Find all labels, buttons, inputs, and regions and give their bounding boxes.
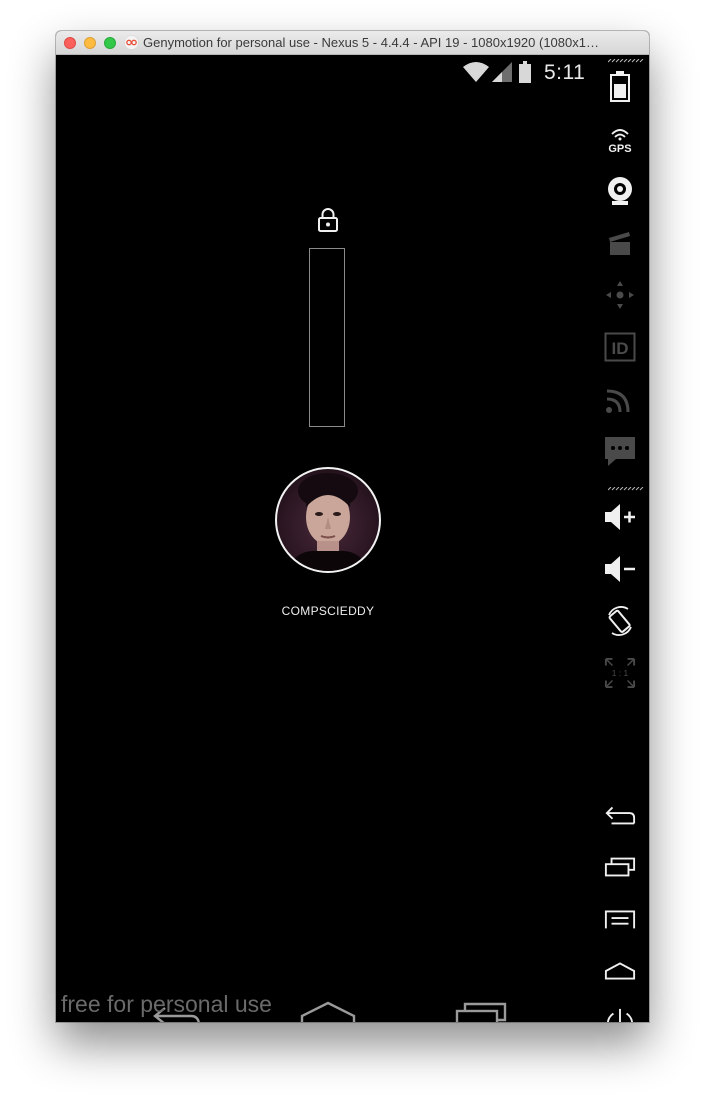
watermark-text: free for personal use xyxy=(61,991,272,1017)
maximize-window-button[interactable] xyxy=(104,37,116,49)
capture-widget-button[interactable] xyxy=(604,227,636,259)
device-screen[interactable]: 5:11 COMPSCIEDDY free for personal use xyxy=(56,55,590,1022)
back-icon xyxy=(605,806,636,825)
recent-apps-icon xyxy=(604,857,636,877)
battery-widget-button[interactable] xyxy=(604,70,636,102)
pixel-perfect-button[interactable]: 1 : 1 xyxy=(604,657,636,689)
svg-text:GPS: GPS xyxy=(608,143,631,154)
sms-widget-button[interactable] xyxy=(604,435,636,467)
rotate-button[interactable] xyxy=(604,605,636,637)
rotate-icon xyxy=(608,606,632,636)
lock-icon xyxy=(318,208,338,232)
gps-widget-button[interactable]: GPS xyxy=(604,123,636,155)
webcam-icon xyxy=(608,177,632,205)
battery-status-icon xyxy=(519,61,531,83)
network-widget-button[interactable] xyxy=(604,383,636,415)
volume-down-button[interactable] xyxy=(604,553,636,585)
sms-icon xyxy=(605,437,635,466)
emulator-toolbar: GPS ID 1: 1 xyxy=(590,55,649,1022)
title-bar[interactable]: Genymotion for personal use - Nexus 5 - … xyxy=(56,31,649,55)
svg-text:1 : 1: 1 : 1 xyxy=(612,668,629,678)
signal-icon xyxy=(492,62,512,82)
power-icon xyxy=(607,1008,633,1022)
webcam-widget-button[interactable] xyxy=(604,175,636,207)
volume-down-icon xyxy=(605,556,635,582)
close-window-button[interactable] xyxy=(64,37,76,49)
unlock-slider-track[interactable] xyxy=(309,248,345,427)
minimize-window-button[interactable] xyxy=(84,37,96,49)
emulator-window: Genymotion for personal use - Nexus 5 - … xyxy=(56,31,649,1022)
volume-up-button[interactable] xyxy=(604,501,636,533)
user-name: COMPSCIEDDY xyxy=(281,604,375,618)
identifiers-widget-button[interactable]: ID xyxy=(604,331,636,363)
toolbar-menu-button[interactable] xyxy=(604,903,636,935)
toolbar-recent-apps-button[interactable] xyxy=(604,851,636,883)
toolbar-home-button[interactable] xyxy=(604,955,636,987)
wifi-icon xyxy=(463,62,489,82)
power-button[interactable] xyxy=(604,1007,636,1022)
sidebar-separator xyxy=(608,487,644,491)
nav-home-icon[interactable] xyxy=(299,999,357,1022)
nav-recent-apps-icon[interactable] xyxy=(453,999,509,1022)
pixel-perfect-icon: 1 : 1 xyxy=(604,657,636,689)
identifiers-icon: ID xyxy=(604,332,636,362)
genymotion-logo-icon xyxy=(124,35,139,50)
sidebar-separator xyxy=(608,59,644,63)
home-icon xyxy=(604,962,636,980)
toolbar-back-button[interactable] xyxy=(604,799,636,831)
network-icon xyxy=(606,389,630,413)
remote-control-icon xyxy=(606,281,634,309)
user-avatar[interactable] xyxy=(275,467,381,573)
gps-icon: GPS xyxy=(608,129,632,154)
remote-control-widget-button[interactable] xyxy=(604,279,636,311)
capture-icon xyxy=(609,232,630,255)
volume-up-icon xyxy=(605,504,635,530)
svg-text:ID: ID xyxy=(612,339,629,358)
statusbar-icons xyxy=(463,61,531,83)
menu-icon xyxy=(604,910,636,929)
user-photo xyxy=(285,473,371,571)
window-title: Genymotion for personal use - Nexus 5 - … xyxy=(143,35,599,50)
status-time: 5:11 xyxy=(544,61,586,84)
battery-icon xyxy=(610,71,630,102)
